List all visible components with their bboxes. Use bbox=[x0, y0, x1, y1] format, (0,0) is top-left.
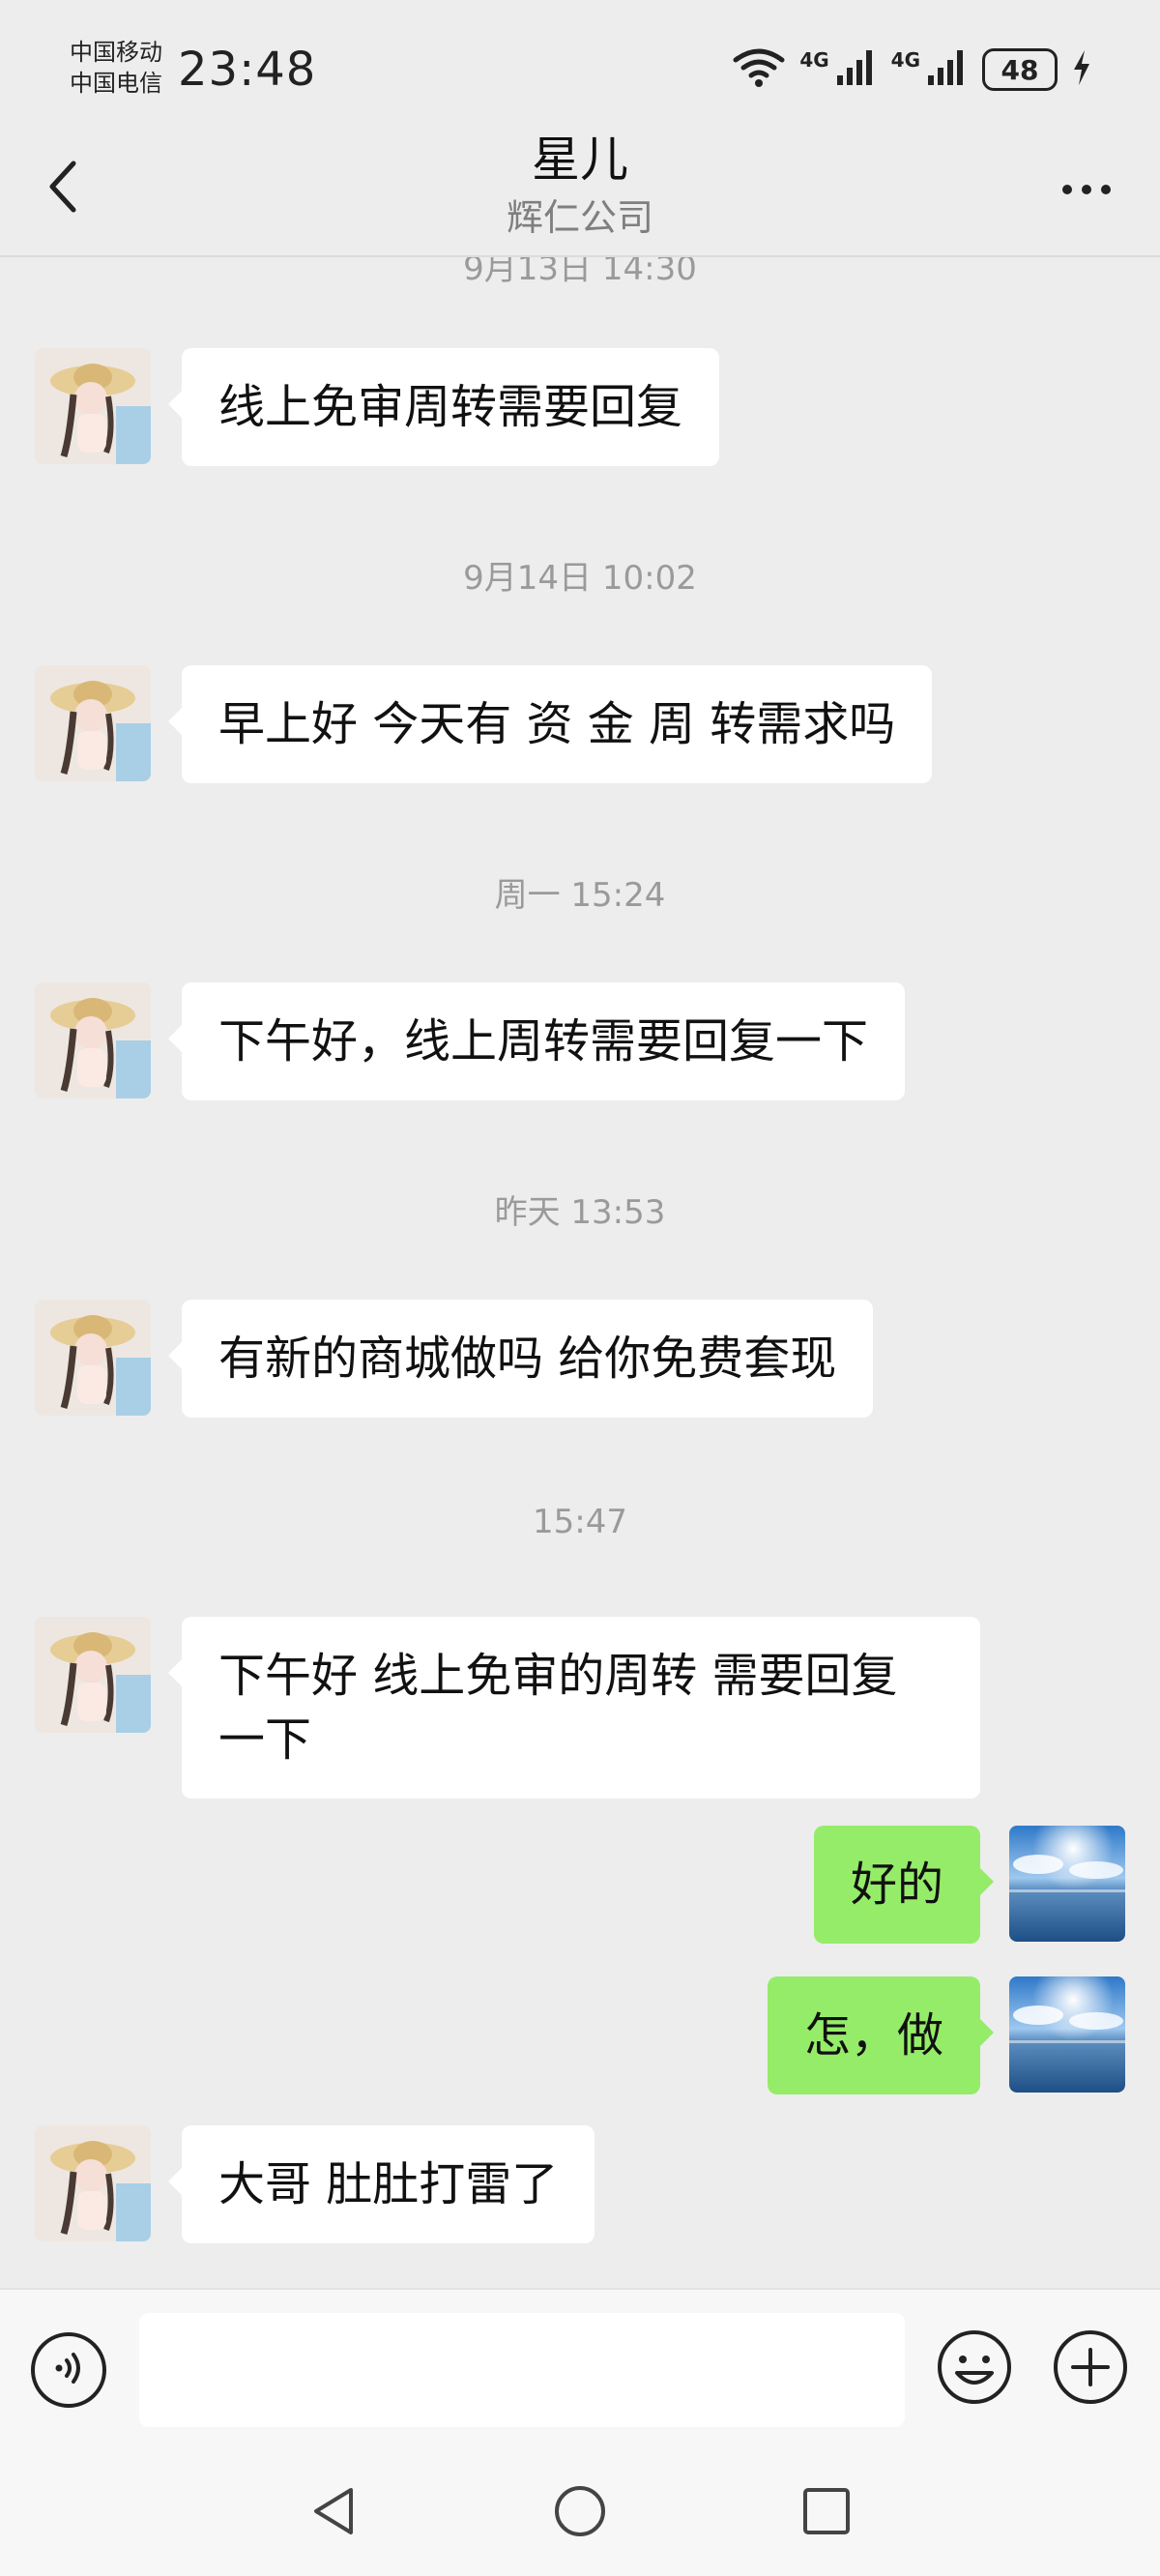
timestamp: 昨天 13:53 bbox=[494, 1193, 666, 1232]
nav-back-icon bbox=[304, 2482, 362, 2544]
status-icons: 4G 4G 48 bbox=[732, 44, 1092, 95]
chat-header: 星儿 辉仁公司 bbox=[0, 126, 1160, 255]
chat-title: 星儿 bbox=[532, 132, 628, 188]
contact-avatar[interactable] bbox=[35, 1300, 151, 1416]
timestamp: 15:47 bbox=[533, 1503, 627, 1541]
incoming-message[interactable]: 早上好 今天有 资 金 周 转需求吗 bbox=[167, 665, 933, 783]
my-avatar[interactable] bbox=[1009, 1826, 1125, 1942]
voice-button[interactable] bbox=[31, 2332, 106, 2408]
timestamp: 9月13日 14:30 bbox=[463, 257, 697, 288]
contact-avatar[interactable] bbox=[35, 348, 151, 464]
more-dot bbox=[1082, 185, 1091, 194]
wifi-icon bbox=[732, 46, 786, 93]
contact-avatar[interactable] bbox=[35, 982, 151, 1098]
signal-icon bbox=[926, 48, 969, 91]
chat-subtitle: 辉仁公司 bbox=[506, 196, 653, 239]
contact-avatar[interactable] bbox=[35, 2125, 151, 2241]
battery-icon: 48 bbox=[982, 48, 1058, 91]
contact-avatar[interactable] bbox=[35, 1617, 151, 1733]
message-input[interactable] bbox=[139, 2313, 905, 2427]
network-type-2: 4G bbox=[890, 48, 920, 72]
nav-home-icon bbox=[551, 2482, 609, 2544]
incoming-message[interactable]: 大哥 肚肚打雷了 bbox=[167, 2125, 595, 2243]
network-type-1: 4G bbox=[799, 48, 829, 72]
nav-recents-button[interactable] bbox=[793, 2479, 860, 2547]
incoming-message[interactable]: 下午好，线上周转需要回复一下 bbox=[167, 982, 906, 1100]
contact-avatar[interactable] bbox=[35, 665, 151, 781]
more-horizontal-icon bbox=[1062, 185, 1072, 194]
carrier-labels: 中国移动 中国电信 bbox=[70, 37, 162, 99]
timestamp: 周一 15:24 bbox=[494, 876, 666, 915]
back-button[interactable] bbox=[35, 155, 93, 222]
incoming-message[interactable]: 线上免审周转需要回复 bbox=[167, 348, 720, 466]
emoji-icon bbox=[936, 2328, 1013, 2410]
carrier-2: 中国电信 bbox=[70, 70, 162, 97]
nav-home-button[interactable] bbox=[546, 2479, 614, 2547]
incoming-message[interactable]: 下午好 线上免审的周转 需要回复一下 bbox=[168, 1617, 980, 1799]
plus-button[interactable] bbox=[1050, 2328, 1131, 2410]
timestamp: 9月14日 10:02 bbox=[463, 559, 697, 598]
charging-icon bbox=[1071, 48, 1092, 91]
my-avatar[interactable] bbox=[1009, 1976, 1125, 2093]
more-dot bbox=[1101, 185, 1111, 194]
chat-area[interactable]: 9月13日 14:30 线上免审周转需要回复 9月14日 10:02 早上好 今… bbox=[0, 257, 1160, 2288]
status-time: 23:48 bbox=[178, 43, 317, 97]
emoji-button[interactable] bbox=[934, 2328, 1015, 2410]
signal-icon bbox=[835, 48, 878, 91]
incoming-message[interactable]: 有新的商城做吗 给你免费套现 bbox=[167, 1300, 874, 1418]
outgoing-message[interactable]: 怎，做 bbox=[767, 1976, 995, 2094]
system-nav-bar bbox=[0, 2450, 1160, 2576]
more-button[interactable] bbox=[1048, 161, 1125, 219]
carrier-1: 中国移动 bbox=[70, 39, 162, 66]
outgoing-message[interactable]: 好的 bbox=[813, 1826, 995, 1944]
plus-circle-icon bbox=[1052, 2328, 1129, 2410]
nav-recents-icon bbox=[798, 2482, 856, 2544]
status-bar: 中国移动 中国电信 23:48 4G 4G 48 bbox=[0, 0, 1160, 135]
voice-icon bbox=[47, 2347, 90, 2393]
chevron-left-icon bbox=[44, 158, 83, 220]
nav-back-button[interactable] bbox=[300, 2479, 367, 2547]
input-bar bbox=[0, 2288, 1160, 2452]
